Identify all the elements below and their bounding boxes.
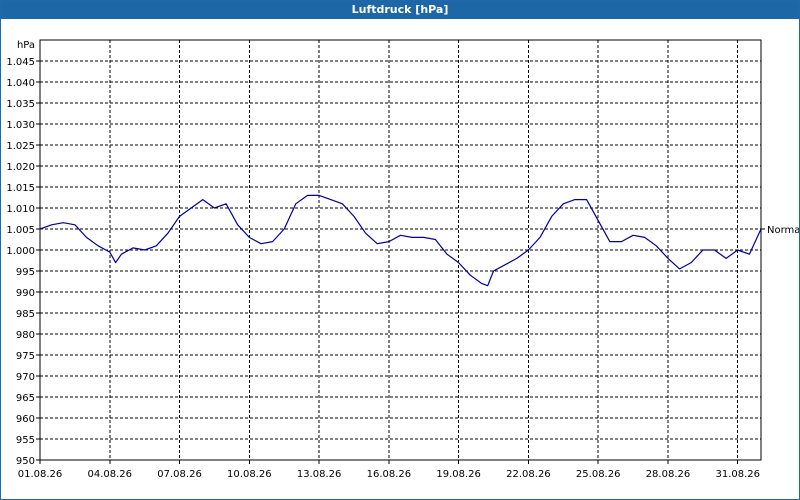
y-axis-label: hPa [17,40,35,51]
y-tick-label: 1.045 [6,57,35,68]
y-tick-label: 1.005 [6,225,35,236]
y-tick-label: 975 [16,351,35,362]
x-tick-label: 31.08.26 [715,469,760,480]
x-tick-label: 07.08.26 [157,469,202,480]
y-tick-label: 985 [16,309,35,320]
y-tick-label: 995 [16,267,35,278]
y-axis: 950 955 960 965 970 975 980 985 990 995 1.000 1.005… [6,57,40,467]
y-tick-label: 1.030 [6,120,35,131]
x-axis: 01.08.26 04.08.26 07.08.26 10.08.26 13.08.26… [18,460,760,480]
x-tick-label: 16.08.26 [367,469,412,480]
x-tick-label: 22.08.26 [506,469,551,480]
chart-window: Luftdruck [hPa] 950 955 960 965 970 975 980 985… [0,0,800,500]
y-tick-label: 990 [16,288,35,299]
x-tick-label: 28.08.26 [646,469,691,480]
y-tick-label: 1.035 [6,99,35,110]
x-tick-label: 13.08.26 [297,469,342,480]
x-tick-label: 04.08.26 [88,469,133,480]
y-tick-label: 960 [16,414,35,425]
y-tick-label: 1.025 [6,141,35,152]
y-tick-label: 950 [16,456,35,467]
y-tick-label: 1.040 [6,78,35,89]
y-tick-label: 970 [16,372,35,383]
series-label-normal: Normal [767,225,799,236]
y-tick-label: 1.010 [6,204,35,215]
y-tick-label: 1.020 [6,162,35,173]
x-tick-label: 10.08.26 [227,469,272,480]
x-tick-label: 25.08.26 [576,469,621,480]
y-tick-label: 980 [16,330,35,341]
y-tick-label: 1.000 [6,246,35,257]
x-tick-label: 19.08.26 [436,469,481,480]
y-tick-label: 955 [16,435,35,446]
y-tick-label: 1.015 [6,183,35,194]
x-tick-label: 01.08.26 [18,469,63,480]
chart: 950 955 960 965 970 975 980 985 990 995 1.000 1.005… [6,39,799,480]
y-tick-label: 965 [16,393,35,404]
